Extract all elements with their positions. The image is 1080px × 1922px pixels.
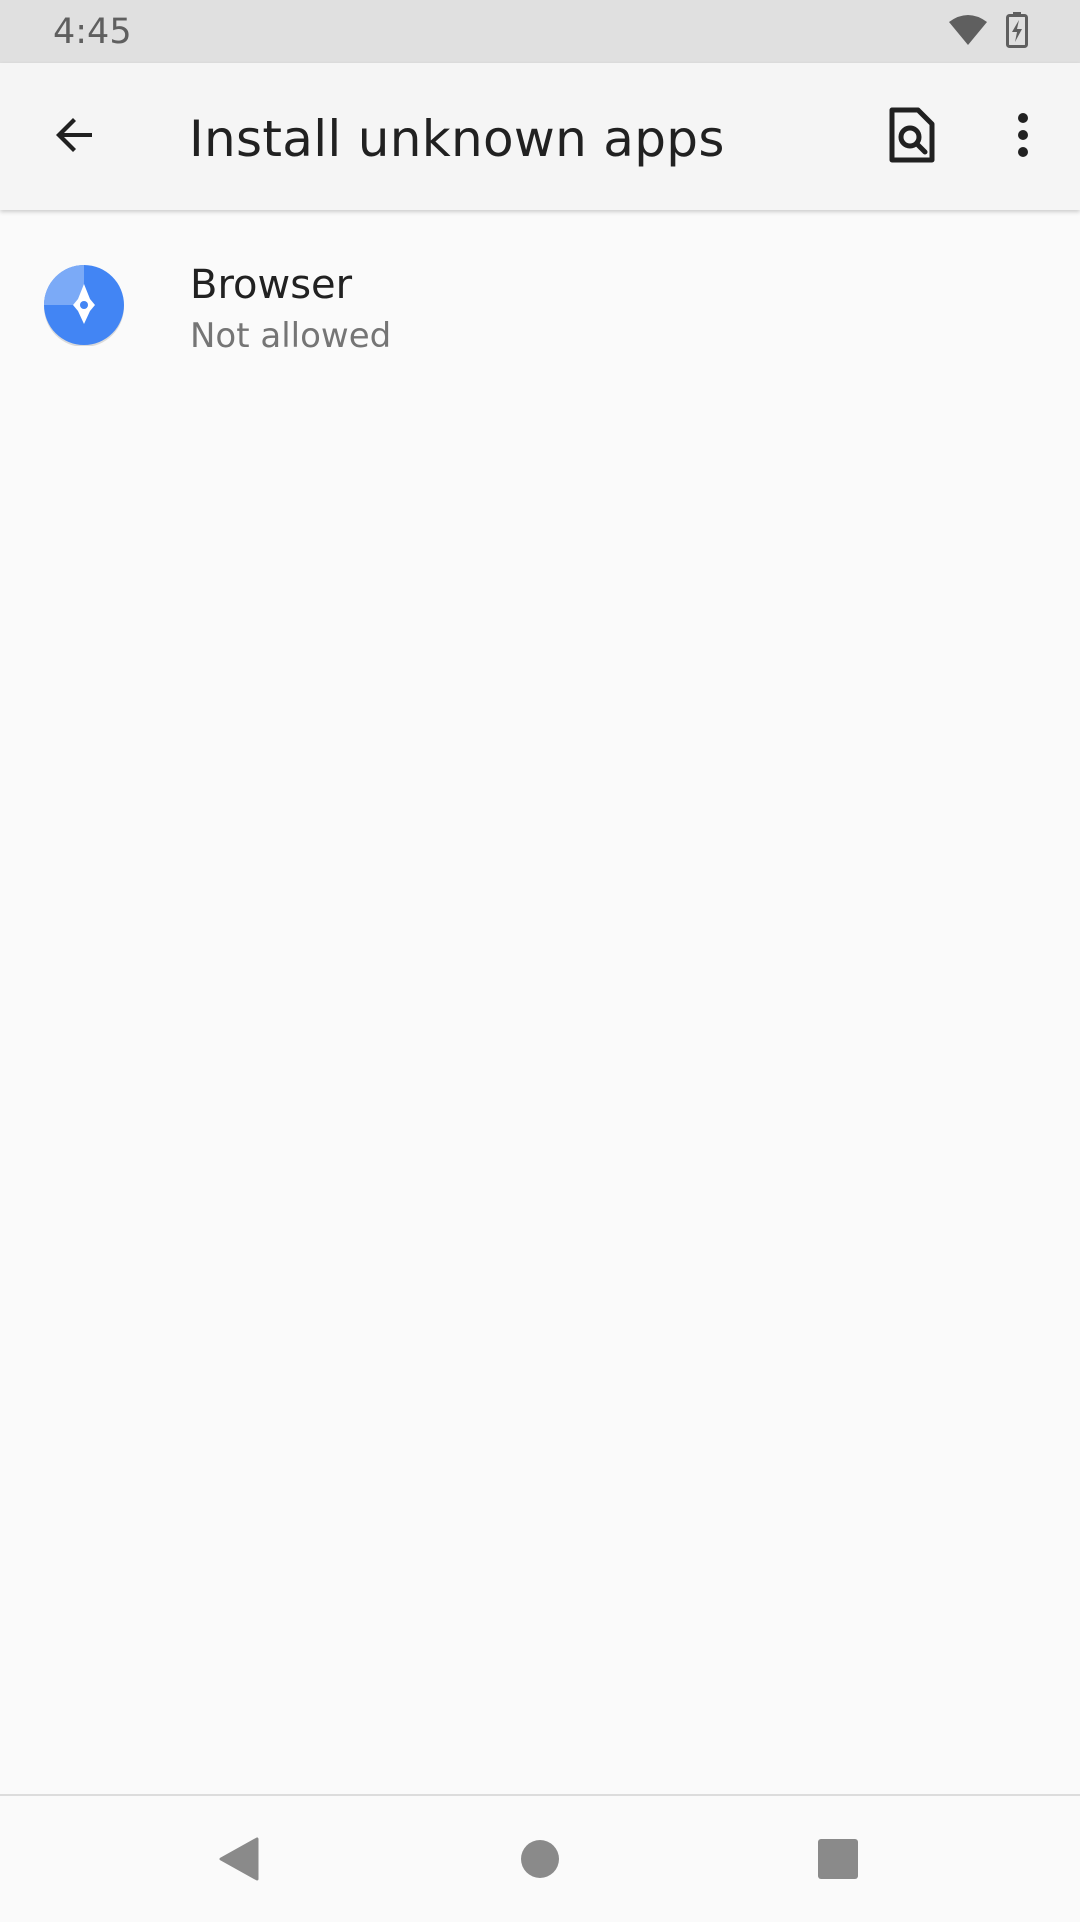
nav-home-icon bbox=[520, 1839, 560, 1883]
app-permission-status: Not allowed bbox=[190, 316, 392, 356]
more-vert-icon bbox=[1015, 111, 1031, 163]
battery-charging-icon bbox=[1006, 12, 1028, 52]
status-bar: 4:45 bbox=[0, 0, 1080, 63]
app-list: Browser Not allowed bbox=[0, 210, 1080, 400]
app-bar: Install unknown apps bbox=[0, 63, 1080, 210]
list-item-browser[interactable]: Browser Not allowed bbox=[0, 210, 1080, 400]
nav-back-icon bbox=[217, 1835, 261, 1887]
search-document-icon bbox=[888, 107, 936, 167]
more-options-button[interactable] bbox=[985, 99, 1061, 175]
nav-home-button[interactable] bbox=[505, 1826, 575, 1896]
nav-recents-icon bbox=[817, 1838, 859, 1884]
app-name: Browser bbox=[190, 262, 353, 308]
status-icons bbox=[948, 12, 1028, 52]
wifi-icon bbox=[948, 14, 988, 50]
browser-app-icon bbox=[43, 264, 125, 347]
navigation-bar bbox=[0, 1794, 1080, 1922]
page-title: Install unknown apps bbox=[189, 110, 725, 168]
arrow-back-icon bbox=[50, 111, 98, 163]
back-button[interactable] bbox=[38, 101, 110, 173]
search-button[interactable] bbox=[874, 99, 950, 175]
status-time: 4:45 bbox=[53, 12, 132, 52]
nav-recents-button[interactable] bbox=[803, 1826, 873, 1896]
nav-back-button[interactable] bbox=[204, 1826, 274, 1896]
